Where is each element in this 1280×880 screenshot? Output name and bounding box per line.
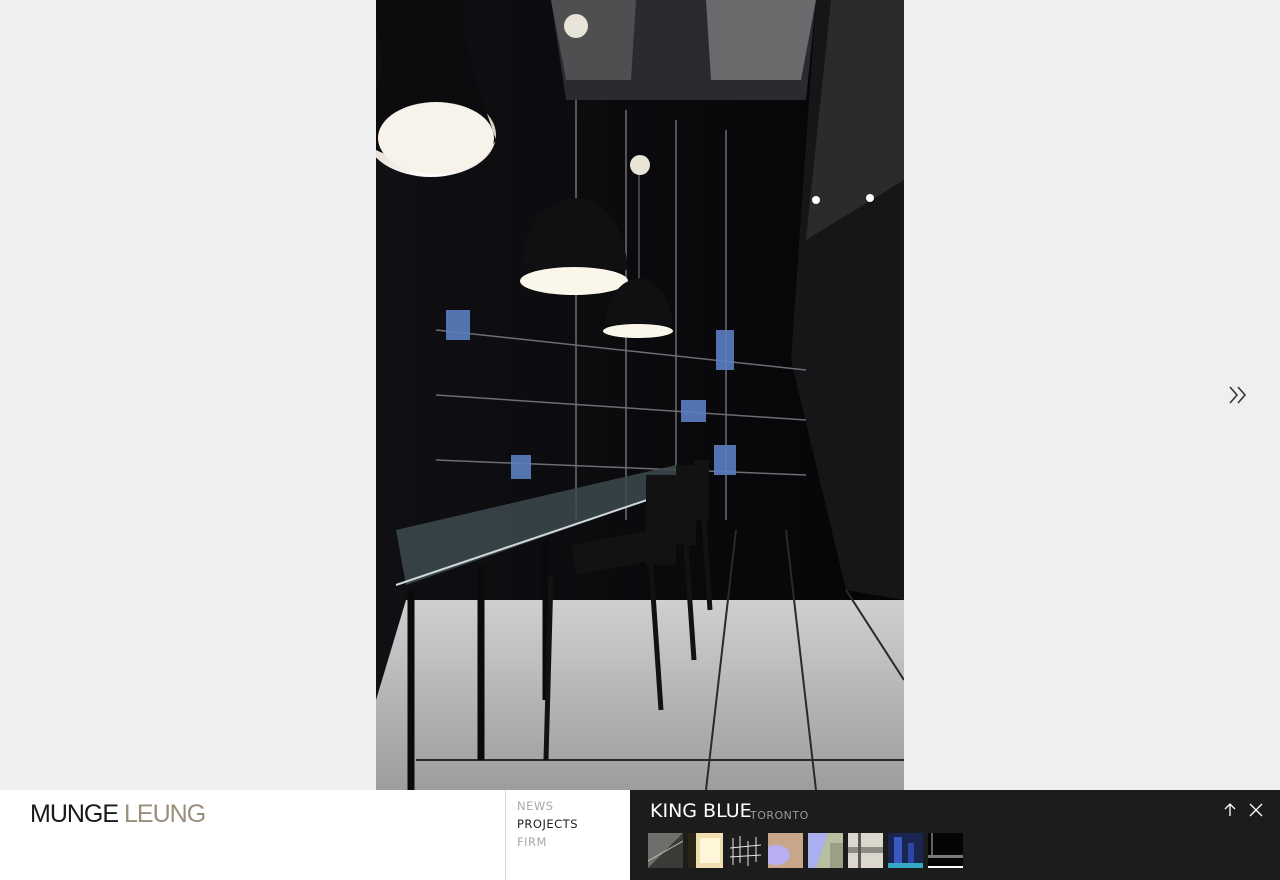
close-icon bbox=[1249, 803, 1263, 817]
project-panel: KING BLUE TORONTO bbox=[630, 790, 1280, 880]
brand-logo[interactable]: MUNGE LEUNG bbox=[30, 800, 206, 829]
project-title: KING BLUE bbox=[650, 800, 752, 822]
thumbnail-strip bbox=[648, 833, 963, 868]
site-footer: MUNGE LEUNG NEWS PROJECTS FIRM KING BLUE… bbox=[0, 790, 1280, 880]
brand-name-part1: MUNGE bbox=[30, 800, 119, 828]
nav-item-news[interactable]: NEWS bbox=[506, 797, 631, 815]
nav-item-projects[interactable]: PROJECTS bbox=[506, 815, 631, 833]
thumbnail-8[interactable] bbox=[928, 833, 963, 868]
thumbnail-4[interactable] bbox=[768, 833, 803, 868]
arrow-up-icon bbox=[1224, 803, 1236, 816]
photo-image bbox=[376, 0, 904, 790]
main-nav: NEWS PROJECTS FIRM bbox=[505, 790, 631, 880]
thumbnail-7[interactable] bbox=[888, 833, 923, 868]
double-chevron-right-icon bbox=[1229, 386, 1247, 404]
thumbnail-3[interactable] bbox=[728, 833, 763, 868]
project-location: TORONTO bbox=[750, 809, 809, 822]
scroll-up-button[interactable] bbox=[1222, 802, 1238, 818]
nav-item-firm[interactable]: FIRM bbox=[506, 833, 631, 851]
thumbnail-6[interactable] bbox=[848, 833, 883, 868]
project-photo bbox=[376, 0, 904, 790]
close-button[interactable] bbox=[1248, 802, 1264, 818]
brand-name-part2: LEUNG bbox=[124, 800, 206, 828]
thumbnail-2[interactable] bbox=[688, 833, 723, 868]
thumbnail-5[interactable] bbox=[808, 833, 843, 868]
next-image-button[interactable] bbox=[1226, 383, 1250, 407]
thumbnail-1[interactable] bbox=[648, 833, 683, 868]
